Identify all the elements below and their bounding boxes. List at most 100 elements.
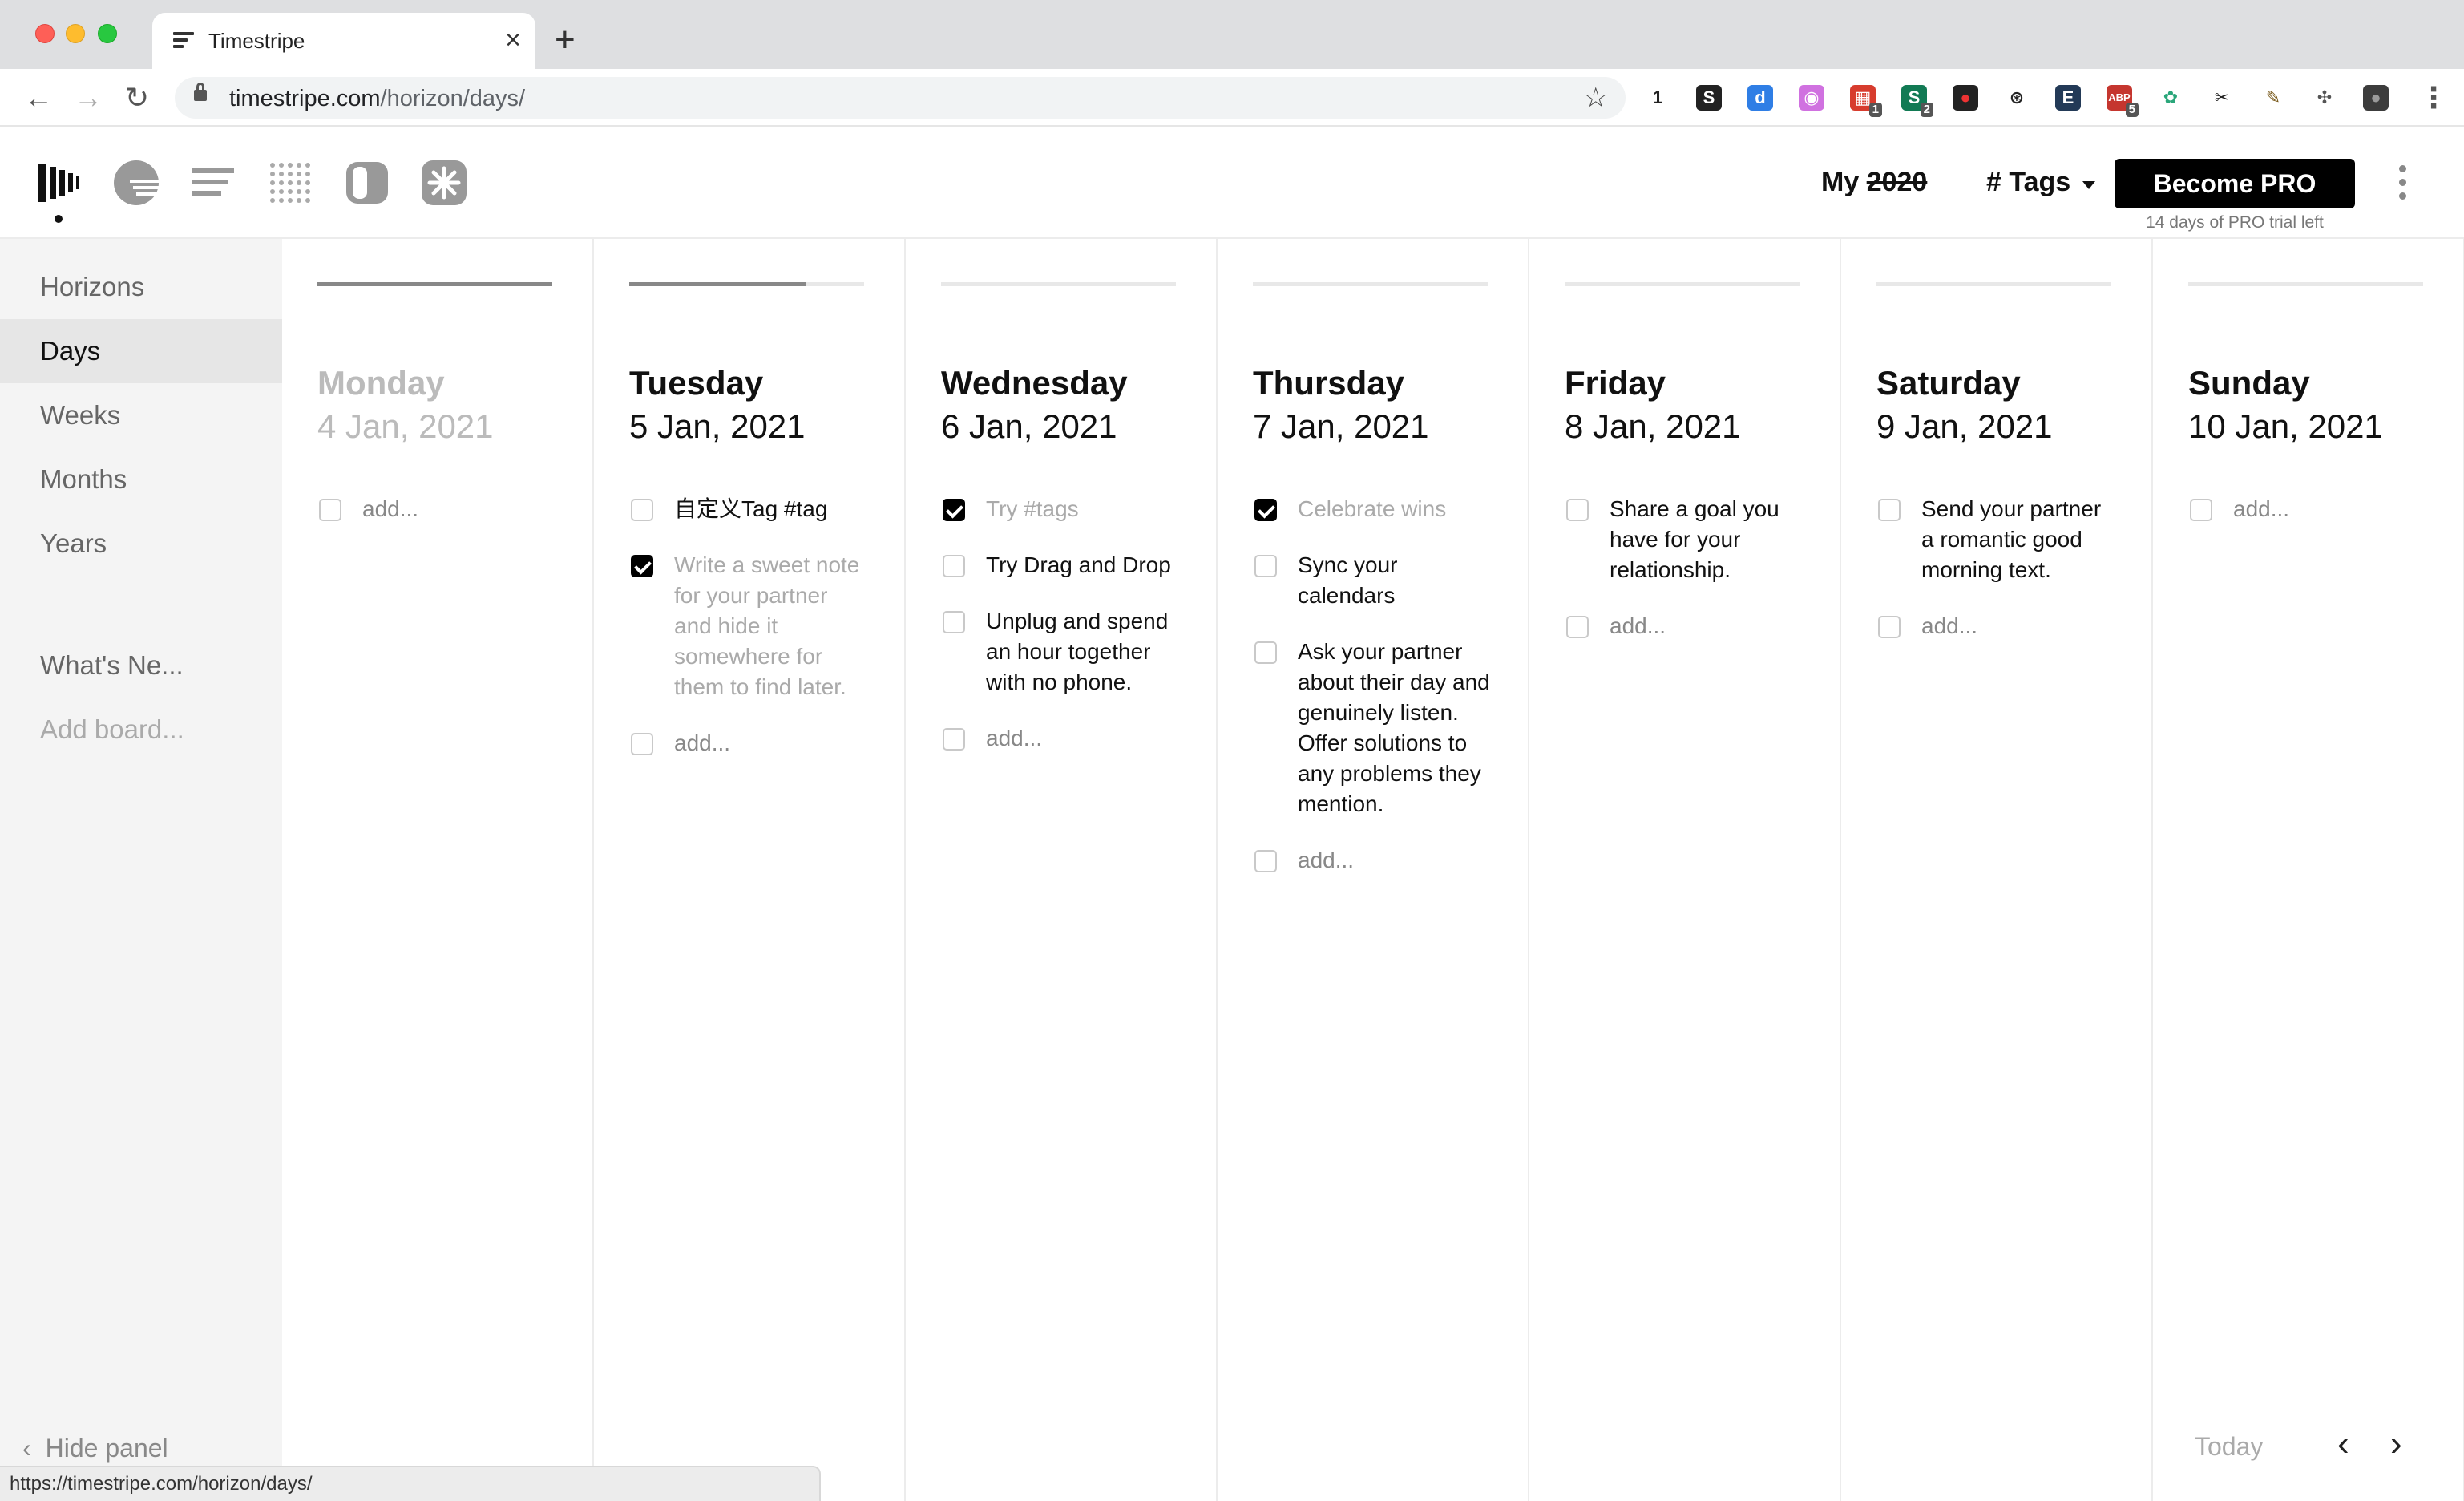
d-extension-icon[interactable]: d	[1747, 85, 1773, 111]
browser-toolbar: ← → ↻ timestripe.com/horizon/days/ ☆ 1Sd…	[0, 69, 2464, 127]
zoom-window-button[interactable]	[98, 24, 117, 43]
task-item[interactable]: Write a sweet note for your partner and …	[629, 550, 870, 702]
sidebar-item-months[interactable]: Months	[0, 447, 282, 512]
previous-week-button[interactable]: ‹	[2337, 1424, 2349, 1464]
active-view-indicator	[55, 215, 63, 223]
green-leaf-icon[interactable]: ✿	[2158, 85, 2183, 111]
add-task-input[interactable]: add...	[2188, 494, 2429, 524]
s-extension-icon[interactable]: S	[1696, 85, 1722, 111]
task-item[interactable]: 自定义Tag #tag	[629, 494, 870, 524]
sidebar-item-what-s-ne[interactable]: What's Ne...	[0, 633, 282, 698]
tab-close-icon[interactable]: ×	[505, 24, 521, 56]
aperture-icon[interactable]: ⊛	[2004, 85, 2030, 111]
tags-dropdown[interactable]: # Tags	[1986, 167, 2070, 198]
day-column-friday: Friday 8 Jan, 2021 Share a goal you have f…	[1529, 239, 1841, 1501]
task-item[interactable]: Send your partner a romantic good mornin…	[1876, 494, 2117, 585]
day-column-thursday: Thursday 7 Jan, 2021 Celebrate wins Sync yo…	[1218, 239, 1529, 1501]
task-checkbox[interactable]	[943, 555, 965, 577]
day-column-saturday: Saturday 9 Jan, 2021 Send your partner a r…	[1841, 239, 2153, 1501]
task-checkbox[interactable]	[1566, 499, 1589, 521]
become-pro-button[interactable]: Become PRO	[2115, 159, 2355, 208]
task-checkbox[interactable]	[943, 611, 965, 633]
s-green-extension-icon[interactable]: S2	[1901, 85, 1933, 117]
reload-icon[interactable]: ↻	[125, 82, 149, 114]
task-checkbox[interactable]	[1254, 641, 1277, 664]
task-list: Celebrate wins Sync your calendars Ask you…	[1253, 494, 1493, 901]
days-board: Monday 4 Jan, 2021 add... Tuesday 5 Jan, 202…	[282, 239, 2464, 1501]
task-checkbox[interactable]	[631, 499, 653, 521]
task-item[interactable]: Ask your partner about their day and gen…	[1253, 637, 1493, 819]
add-task-input[interactable]: add...	[317, 494, 558, 524]
day-column-tuesday: Tuesday 5 Jan, 2021 自定义Tag #tag Write a swe…	[594, 239, 906, 1501]
task-item[interactable]: Celebrate wins	[1253, 494, 1493, 524]
day-progress-bar	[317, 282, 552, 286]
hide-panel-button[interactable]: ‹ Hide panel	[22, 1434, 168, 1463]
contrast-view-icon[interactable]	[343, 159, 391, 207]
red-dot-extension-icon[interactable]: ●	[1953, 85, 1978, 111]
sidebar-item-add-board[interactable]: Add board...	[0, 698, 282, 762]
sidebar-item-years[interactable]: Years	[0, 512, 282, 576]
sidebar-item-horizons[interactable]: Horizons	[0, 255, 282, 319]
task-checkbox[interactable]	[1878, 499, 1901, 521]
bookmark-star-icon[interactable]: ☆	[1584, 82, 1608, 114]
browser-menu-icon[interactable]: ⋮	[2419, 82, 2448, 114]
task-item[interactable]: Share a goal you have for your relations…	[1565, 494, 1805, 585]
task-item[interactable]: Try #tags	[941, 494, 1182, 524]
puzzle-icon[interactable]: ✣	[2312, 85, 2337, 111]
minimize-window-button[interactable]	[66, 24, 85, 43]
close-window-button[interactable]	[35, 24, 55, 43]
day-progress-bar	[2188, 282, 2423, 286]
profile-avatar-icon[interactable]: ●	[2363, 85, 2389, 111]
next-week-button[interactable]: ›	[2390, 1424, 2402, 1464]
pencil-extension-icon[interactable]: ✎	[2260, 85, 2286, 111]
calendar-extension-icon[interactable]: ▦ 1	[1850, 85, 1882, 117]
list-view-icon[interactable]	[189, 159, 237, 207]
task-list: Try #tags Try Drag and Drop Unplug and spe…	[941, 494, 1182, 779]
task-list: Send your partner a romantic good mornin…	[1876, 494, 2117, 667]
caret-down-icon	[2082, 181, 2095, 189]
extension-badge: 1	[1868, 103, 1882, 117]
add-task-input[interactable]: add...	[1876, 611, 2117, 641]
task-checkbox-checked[interactable]	[1254, 499, 1277, 521]
task-text: Share a goal you have for your relations…	[1610, 496, 1779, 582]
new-tab-button[interactable]: +	[555, 19, 576, 61]
abp-icon[interactable]: ABP 5	[2107, 85, 2139, 117]
browser-tab-bar: Timestripe × +	[0, 0, 2464, 69]
day-name: Wednesday	[941, 364, 1128, 402]
add-task-checkbox	[1566, 616, 1589, 638]
add-task-input[interactable]: add...	[1253, 845, 1493, 876]
sidebar-item-weeks[interactable]: Weeks	[0, 383, 282, 447]
task-checkbox-checked[interactable]	[943, 499, 965, 521]
1-password-icon[interactable]: 1	[1645, 85, 1670, 111]
scissors-icon[interactable]: ✂	[2209, 85, 2235, 111]
address-bar[interactable]: timestripe.com/horizon/days/ ☆	[175, 77, 1626, 119]
my-year-selector[interactable]: My 2020	[1821, 167, 1927, 198]
task-text: Ask your partner about their day and gen…	[1298, 639, 1490, 816]
task-item[interactable]: Try Drag and Drop	[941, 550, 1182, 581]
add-task-input[interactable]: add...	[1565, 611, 1805, 641]
day-column-monday: Monday 4 Jan, 2021 add...	[282, 239, 594, 1501]
more-options-icon[interactable]	[2397, 165, 2408, 206]
task-item[interactable]: Sync your calendars	[1253, 550, 1493, 611]
browser-tab[interactable]: Timestripe ×	[152, 13, 535, 69]
star-burst-view-icon[interactable]	[420, 159, 468, 207]
purple-circle-icon[interactable]: ◉	[1799, 85, 1824, 111]
task-item[interactable]: Unplug and spend an hour together with n…	[941, 606, 1182, 698]
sidebar-item-days[interactable]: Days	[0, 319, 282, 383]
task-list: add...	[2188, 494, 2429, 550]
days-view-icon[interactable]	[35, 159, 83, 207]
grid-view-icon[interactable]	[266, 159, 314, 207]
add-task-input[interactable]: add...	[941, 723, 1182, 754]
back-arrow-icon[interactable]: ←	[24, 82, 53, 114]
lock-icon	[194, 83, 207, 101]
forward-arrow-icon[interactable]: →	[74, 82, 103, 114]
horizons-view-icon[interactable]	[112, 159, 160, 207]
task-text: Send your partner a romantic good mornin…	[1921, 496, 2102, 582]
day-date: 4 Jan, 2021	[317, 407, 494, 445]
e-extension-icon[interactable]: E	[2055, 85, 2081, 111]
today-button[interactable]: Today	[2195, 1432, 2263, 1462]
task-checkbox-checked[interactable]	[631, 555, 653, 577]
add-task-input[interactable]: add...	[629, 728, 870, 759]
add-task-placeholder: add...	[1298, 848, 1355, 872]
task-checkbox[interactable]	[1254, 555, 1277, 577]
